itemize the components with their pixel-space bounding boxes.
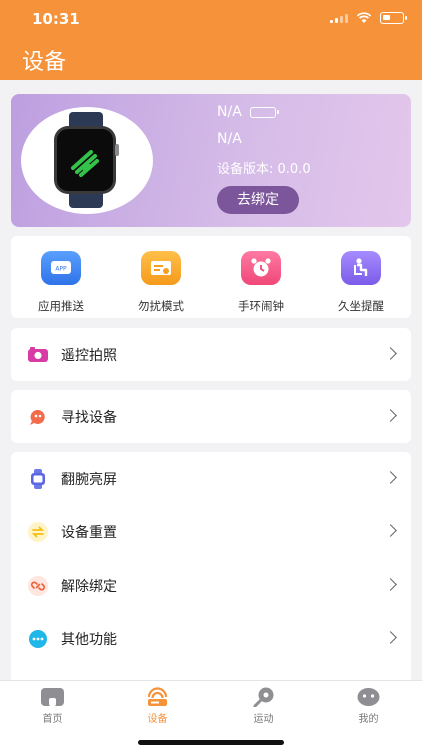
- svg-text:APP: APP: [55, 266, 67, 273]
- remote-photo-card: 遥控拍照: [11, 328, 411, 381]
- tab-label: 运动: [253, 714, 274, 725]
- quick-action-label: 久坐提醒: [338, 299, 384, 313]
- menu-row-wrist-wake[interactable]: 翻腕亮屏: [11, 452, 411, 505]
- watch-icon: [27, 468, 49, 490]
- device-id: N/A: [217, 131, 242, 147]
- chevron-right-icon: [384, 471, 397, 484]
- quick-action-label: 手环闹钟: [238, 299, 284, 313]
- tab-home[interactable]: 首页: [0, 681, 105, 741]
- sedentary-reminder-icon: [341, 251, 381, 285]
- menu-row-find-device[interactable]: 寻找设备: [11, 390, 411, 443]
- tab-device[interactable]: 设备: [105, 681, 210, 741]
- tab-profile[interactable]: 我的: [316, 681, 421, 741]
- tab-label: 设备: [147, 714, 168, 725]
- menu-label: 解除绑定: [61, 579, 117, 595]
- chevron-right-icon: [384, 409, 397, 422]
- menu-row-remote-photo[interactable]: 遥控拍照: [11, 328, 411, 381]
- chevron-right-icon: [384, 631, 397, 644]
- chevron-right-icon: [384, 347, 397, 360]
- tab-label: 我的: [358, 714, 379, 725]
- find-device-icon: [27, 406, 49, 428]
- device-icon: [147, 687, 168, 706]
- unlink-icon: [27, 575, 49, 597]
- quick-actions-panel: APP 应用推送 勿扰模式 手环闹钟 久坐提醒: [11, 236, 411, 318]
- app-push-icon: APP: [41, 251, 81, 285]
- quick-action-sedentary[interactable]: 久坐提醒: [311, 236, 411, 318]
- page-title: 设备: [22, 50, 67, 75]
- menu-row-device-reset[interactable]: 设备重置: [11, 505, 411, 558]
- menu-label: 翻腕亮屏: [61, 472, 117, 488]
- alarm-clock-icon: [241, 251, 281, 285]
- device-version: 设备版本: 0.0.0: [217, 162, 311, 177]
- status-icons: [330, 12, 407, 24]
- tab-label: 首页: [42, 714, 63, 725]
- menu-label: 寻找设备: [61, 410, 117, 426]
- device-name: N/A: [217, 104, 242, 120]
- status-time: 10:31: [32, 10, 80, 28]
- quick-action-do-not-disturb[interactable]: 勿扰模式: [111, 236, 211, 318]
- tab-sport[interactable]: 运动: [211, 681, 316, 741]
- quick-action-app-push[interactable]: APP 应用推送: [11, 236, 111, 318]
- menu-label: 设备重置: [61, 525, 117, 541]
- quick-action-label: 勿扰模式: [138, 299, 184, 313]
- find-device-card: 寻找设备: [11, 390, 411, 443]
- do-not-disturb-icon: [141, 251, 181, 285]
- wifi-icon: [356, 12, 372, 23]
- sport-icon: [253, 687, 274, 707]
- reset-icon: [27, 521, 49, 543]
- header-bar: 10:31 设备: [0, 0, 422, 80]
- home-indicator: [138, 740, 284, 745]
- quick-action-alarm[interactable]: 手环闹钟: [211, 236, 311, 318]
- smartwatch-image: [54, 112, 119, 208]
- bind-device-button[interactable]: 去绑定: [217, 186, 299, 214]
- menu-label: 遥控拍照: [61, 348, 117, 364]
- device-name-row: N/A: [217, 104, 279, 120]
- chevron-right-icon: [384, 524, 397, 537]
- menu-label: 其他功能: [61, 632, 117, 648]
- more-icon: [27, 628, 49, 650]
- menu-row-unbind[interactable]: 解除绑定: [11, 559, 411, 612]
- settings-card: 翻腕亮屏 设备重置 解除绑定 其他功能: [11, 452, 411, 680]
- profile-icon: [357, 688, 380, 706]
- device-battery-icon: [249, 106, 279, 118]
- signal-icon: [330, 13, 348, 23]
- camera-icon: [27, 344, 49, 366]
- home-icon: [41, 688, 64, 706]
- chevron-right-icon: [384, 578, 397, 591]
- quick-action-label: 应用推送: [38, 299, 84, 313]
- menu-row-other-functions[interactable]: 其他功能: [11, 612, 411, 665]
- device-card: N/A N/A 设备版本: 0.0.0 去绑定: [11, 94, 411, 227]
- battery-icon: [380, 12, 407, 24]
